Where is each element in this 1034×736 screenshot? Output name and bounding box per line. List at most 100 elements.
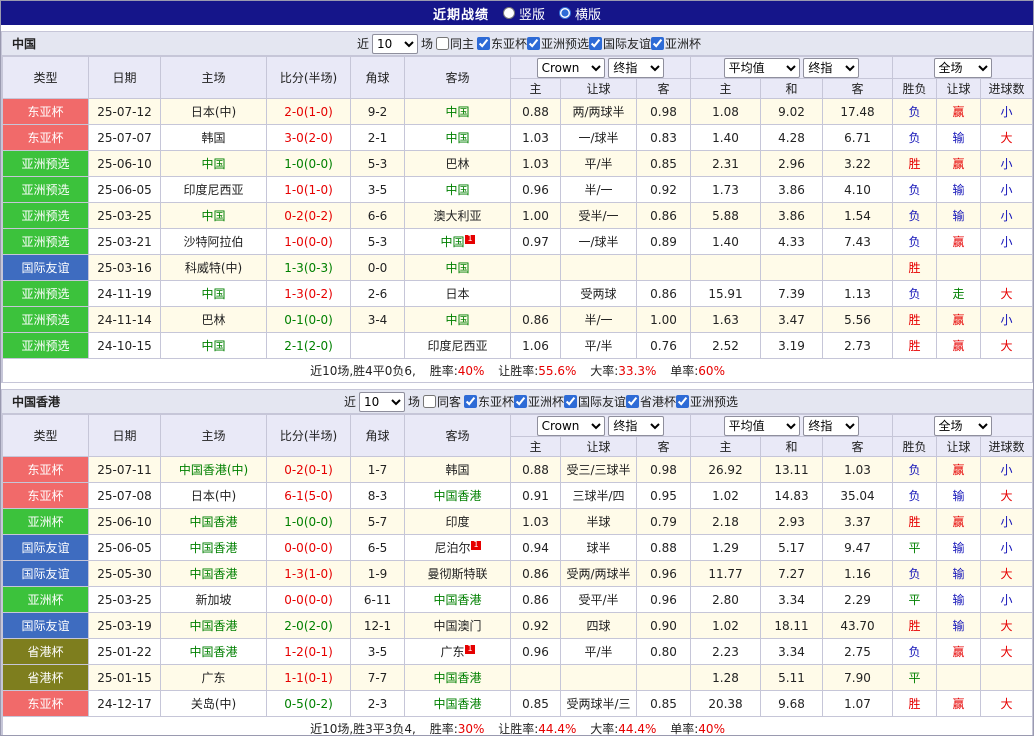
euro-away-odds: 2.75 [821,638,894,665]
near-label: 近 [356,37,369,51]
scope-select[interactable]: 全场 [933,415,992,436]
euro-draw-odds: 4.33 [760,228,823,255]
vertical-layout-radio[interactable] [502,7,515,19]
league-checkbox[interactable] [477,37,490,50]
away-team: 中国香港 [404,482,511,509]
over-rate-stat: 大率:33.3% [590,364,657,378]
col-score: 比分(半场) [266,56,351,99]
league-checkbox[interactable] [626,395,640,408]
same-venue-label: 同客 [436,395,461,409]
home-team: 中国香港 [160,534,267,561]
match-result: 负 [892,98,938,125]
league-filter[interactable]: 东亚杯 [463,393,514,410]
league-filter[interactable]: 亚洲预选 [527,35,589,52]
horizontal-layout-label: 横版 [575,7,602,23]
asian-handicap: 半球 [560,508,637,535]
league-checkbox[interactable] [651,37,665,50]
asian-handicap: 球半 [560,534,637,561]
match-date: 24-11-14 [88,306,161,333]
col-home: 主场 [160,56,267,99]
asian-home-odds [510,664,561,691]
col-result: 胜负 [892,78,938,99]
layout-option-horizontal[interactable]: 横版 [559,4,601,23]
league-filter[interactable]: 亚洲预选 [676,393,738,410]
recent-games-select[interactable]: 10 [371,33,418,54]
recent-games-select[interactable]: 10 [358,391,405,412]
asian-handicap: 平/半 [560,638,637,665]
euro-odds-time-select[interactable]: 终指 [803,415,860,436]
league-checkbox[interactable] [589,37,603,50]
euro-odds-type-select[interactable]: 平均值 [723,415,800,436]
col-euro-draw: 和 [760,78,823,99]
euro-odds-type-select[interactable]: 平均值 [723,57,800,78]
handicap-result: 赢 [936,508,982,535]
col-handicap-result: 让球 [936,78,982,99]
match-type-badge: 亚洲预选 [2,280,89,307]
euro-draw-odds: 5.11 [760,664,823,691]
league-checkbox[interactable] [527,37,541,50]
col-away: 客场 [404,414,511,457]
match-row: 亚洲预选 25-03-21 沙特阿拉伯 1-0(0-0) 5-3 中国 1 0.97 一/球半 0… [2,228,1033,255]
handicap-result: 输 [936,560,982,587]
score: 2-0(2-0) [266,612,351,639]
asian-handicap: 受半/一 [560,202,637,229]
corner-score: 9-2 [350,98,405,125]
euro-away-odds: 17.48 [821,98,894,125]
col-score: 比分(半场) [266,414,351,457]
summary-prefix: 近10场,胜3平3负4, [310,722,416,736]
col-euro-home: 主 [690,78,761,99]
red-card-badge: 1 [465,644,475,654]
layout-option-vertical[interactable]: 竖版 [502,4,545,23]
euro-away-odds: 43.70 [821,612,894,639]
league-label: 国际友谊 [578,395,627,409]
corner-score [350,332,405,359]
away-team: 韩国 [404,456,511,483]
euro-home-odds: 1.40 [690,228,761,255]
league-filter[interactable]: 国际友谊 [564,393,626,410]
vertical-layout-label: 竖版 [518,7,545,23]
horizontal-layout-radio[interactable] [559,7,571,19]
league-checkbox[interactable] [676,395,690,408]
league-checkbox[interactable] [514,395,527,408]
asian-home-odds: 0.88 [510,98,561,125]
col-asian-away: 客 [636,436,691,457]
scope-select[interactable]: 全场 [933,57,992,78]
asian-home-odds: 0.86 [510,586,561,613]
goals-result: 小 [980,98,1033,125]
league-filter[interactable]: 国际友谊 [589,35,651,52]
league-checkbox[interactable] [463,395,477,408]
same-venue-checkbox[interactable] [435,37,449,50]
league-checkbox[interactable] [564,395,578,408]
euro-away-odds: 2.73 [821,332,894,359]
same-venue-filter[interactable]: 同主 [435,35,474,52]
euro-odds-time-select[interactable]: 终指 [803,57,860,78]
asian-handicap: 三球半/四 [560,482,637,509]
match-result: 胜 [892,254,938,281]
league-filter[interactable]: 东亚杯 [477,35,527,52]
red-card-badge: 1 [465,234,475,244]
asian-odds-time-select[interactable]: 终指 [608,415,665,436]
same-venue-filter[interactable]: 同客 [422,393,461,410]
league-filter[interactable]: 亚洲杯 [651,35,701,52]
away-team: 中国 1 [404,228,511,255]
same-venue-checkbox[interactable] [422,395,436,408]
league-filter[interactable]: 亚洲杯 [514,393,564,410]
match-type-badge: 东亚杯 [2,482,89,509]
match-result: 胜 [892,690,938,717]
match-row: 东亚杯 25-07-12 日本(中) 2-0(1-0) 9-2 中国 0.88 两/两球半 0.… [2,98,1033,125]
near-label: 近 [343,395,356,409]
bookmaker-select[interactable]: Crown [536,57,605,78]
league-filter[interactable]: 省港杯 [626,393,676,410]
odd-rate-stat: 单率:60% [670,364,725,378]
home-team: 日本(中) [160,98,267,125]
bookmaker-select[interactable]: Crown [536,415,605,436]
asian-home-odds: 0.97 [510,228,561,255]
asian-away-odds [636,254,691,281]
league-filters: 东亚杯 亚洲预选 国际友谊 亚洲杯 [477,35,701,52]
home-team: 中国香港 [160,560,267,587]
league-label: 国际友谊 [603,37,652,51]
match-type-badge: 亚洲预选 [2,228,89,255]
match-date: 24-11-19 [88,280,161,307]
asian-odds-time-select[interactable]: 终指 [608,57,665,78]
games-unit-label: 场 [420,37,433,51]
